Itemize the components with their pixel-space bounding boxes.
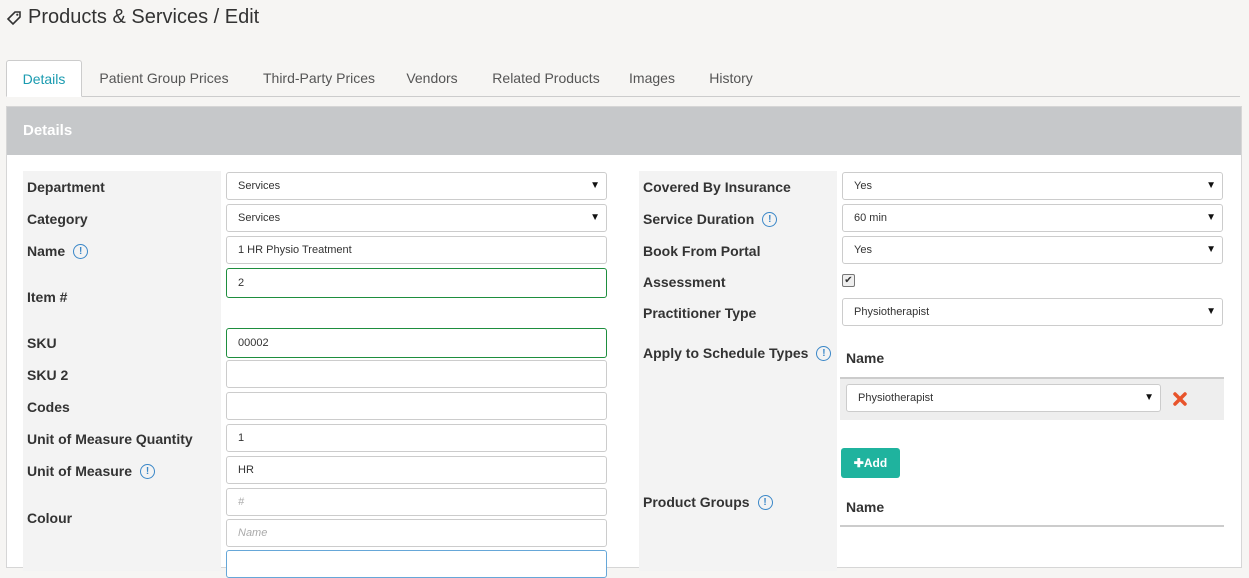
category-label: Category [27, 211, 88, 227]
tab-images[interactable]: Images [626, 60, 678, 95]
name-label-text: Name [27, 243, 66, 259]
uom-quantity-input[interactable]: 1 [226, 424, 607, 452]
add-button-label: Add [863, 456, 888, 470]
next-input-focused[interactable] [226, 550, 607, 578]
codes-label: Codes [27, 399, 70, 415]
info-circle-icon[interactable]: ! [757, 494, 773, 510]
product-groups-label: Product Groups! [643, 494, 773, 511]
department-select[interactable]: Services ▼ [226, 172, 607, 200]
item-number-label: Item # [27, 289, 68, 305]
chevron-down-icon: ▼ [1206, 306, 1216, 317]
chevron-down-icon: ▼ [1206, 180, 1216, 191]
chevron-down-icon: ▼ [1206, 244, 1216, 255]
sku-label: SKU [27, 335, 57, 351]
assessment-label: Assessment [643, 274, 726, 290]
delete-x-icon[interactable] [1172, 391, 1188, 407]
covered-label: Covered By Insurance [643, 179, 791, 195]
page-title: Products & Services / Edit [6, 6, 259, 29]
duration-label: Service Duration! [643, 211, 778, 228]
covered-value: Yes [854, 180, 872, 192]
chevron-down-icon: ▼ [590, 212, 600, 223]
info-circle-icon[interactable]: ! [762, 211, 778, 227]
practitioner-select[interactable]: Physiotherapist ▼ [842, 298, 1223, 326]
sku-input[interactable]: 00002 [226, 328, 607, 358]
tab-history[interactable]: History [704, 60, 758, 95]
chevron-down-icon: ▼ [590, 180, 600, 191]
item-number-input[interactable]: 2 [226, 268, 607, 298]
tab-details[interactable]: Details [6, 60, 82, 97]
tab-related-products[interactable]: Related Products [486, 60, 606, 95]
info-circle-icon[interactable]: ! [73, 243, 89, 259]
duration-label-text: Service Duration [643, 211, 755, 227]
covered-select[interactable]: Yes ▼ [842, 172, 1223, 200]
category-value: Services [238, 212, 281, 224]
schedule-type-select[interactable]: Physiotherapist ▼ [846, 384, 1161, 412]
department-label: Department [27, 179, 105, 195]
sku2-label: SKU 2 [27, 367, 69, 383]
codes-input[interactable] [226, 392, 607, 420]
product-groups-label-text: Product Groups [643, 494, 750, 510]
panel-title: Details [23, 122, 73, 139]
plus-icon: ✚ [853, 456, 864, 470]
uom-label-text: Unit of Measure [27, 463, 133, 479]
schedule-types-label: Apply to Schedule Types! [643, 345, 832, 362]
chevron-down-icon: ▼ [1144, 392, 1154, 403]
right-label-column [639, 171, 837, 571]
tab-bar: Details Patient Group Prices Third-Party… [6, 60, 1240, 97]
add-schedule-type-button[interactable]: ✚Add [841, 448, 900, 478]
product-groups-name-header: Name [846, 499, 885, 515]
practitioner-value: Physiotherapist [854, 306, 930, 318]
page-title-text: Products & Services / Edit [28, 6, 260, 28]
colour-name-input[interactable]: Name [226, 519, 607, 547]
schedule-types-label-text: Apply to Schedule Types [643, 345, 809, 361]
uom-label: Unit of Measure! [27, 463, 156, 480]
tab-patient-group-prices[interactable]: Patient Group Prices [94, 60, 234, 95]
portal-label: Book From Portal [643, 243, 761, 259]
info-circle-icon[interactable]: ! [816, 345, 832, 361]
name-input[interactable]: 1 HR Physio Treatment [226, 236, 607, 264]
colour-label: Colour [27, 510, 73, 526]
panel-header: Details [7, 107, 1241, 155]
uom-quantity-label: Unit of Measure Quantity [27, 431, 193, 447]
category-select[interactable]: Services ▼ [226, 204, 607, 232]
duration-select[interactable]: 60 min ▼ [842, 204, 1223, 232]
schedule-type-value: Physiotherapist [858, 392, 934, 404]
colour-hex-input[interactable]: # [226, 488, 607, 516]
portal-select[interactable]: Yes ▼ [842, 236, 1223, 264]
tab-vendors[interactable]: Vendors [400, 60, 464, 95]
product-groups-divider [840, 525, 1224, 527]
schedule-name-header: Name [846, 350, 885, 366]
name-label: Name! [27, 243, 89, 260]
portal-value: Yes [854, 244, 872, 256]
department-value: Services [238, 180, 281, 192]
info-circle-icon[interactable]: ! [140, 463, 156, 479]
practitioner-label: Practitioner Type [643, 305, 757, 321]
uom-input[interactable]: HR [226, 456, 607, 484]
duration-value: 60 min [854, 212, 888, 224]
details-panel: Details Department Services ▼ Category S… [6, 106, 1242, 578]
tab-third-party-prices[interactable]: Third-Party Prices [254, 60, 384, 95]
chevron-down-icon: ▼ [1206, 212, 1216, 223]
sku2-input[interactable] [226, 360, 607, 388]
assessment-checkbox[interactable]: ✔ [842, 274, 855, 287]
tag-icon [6, 10, 21, 25]
